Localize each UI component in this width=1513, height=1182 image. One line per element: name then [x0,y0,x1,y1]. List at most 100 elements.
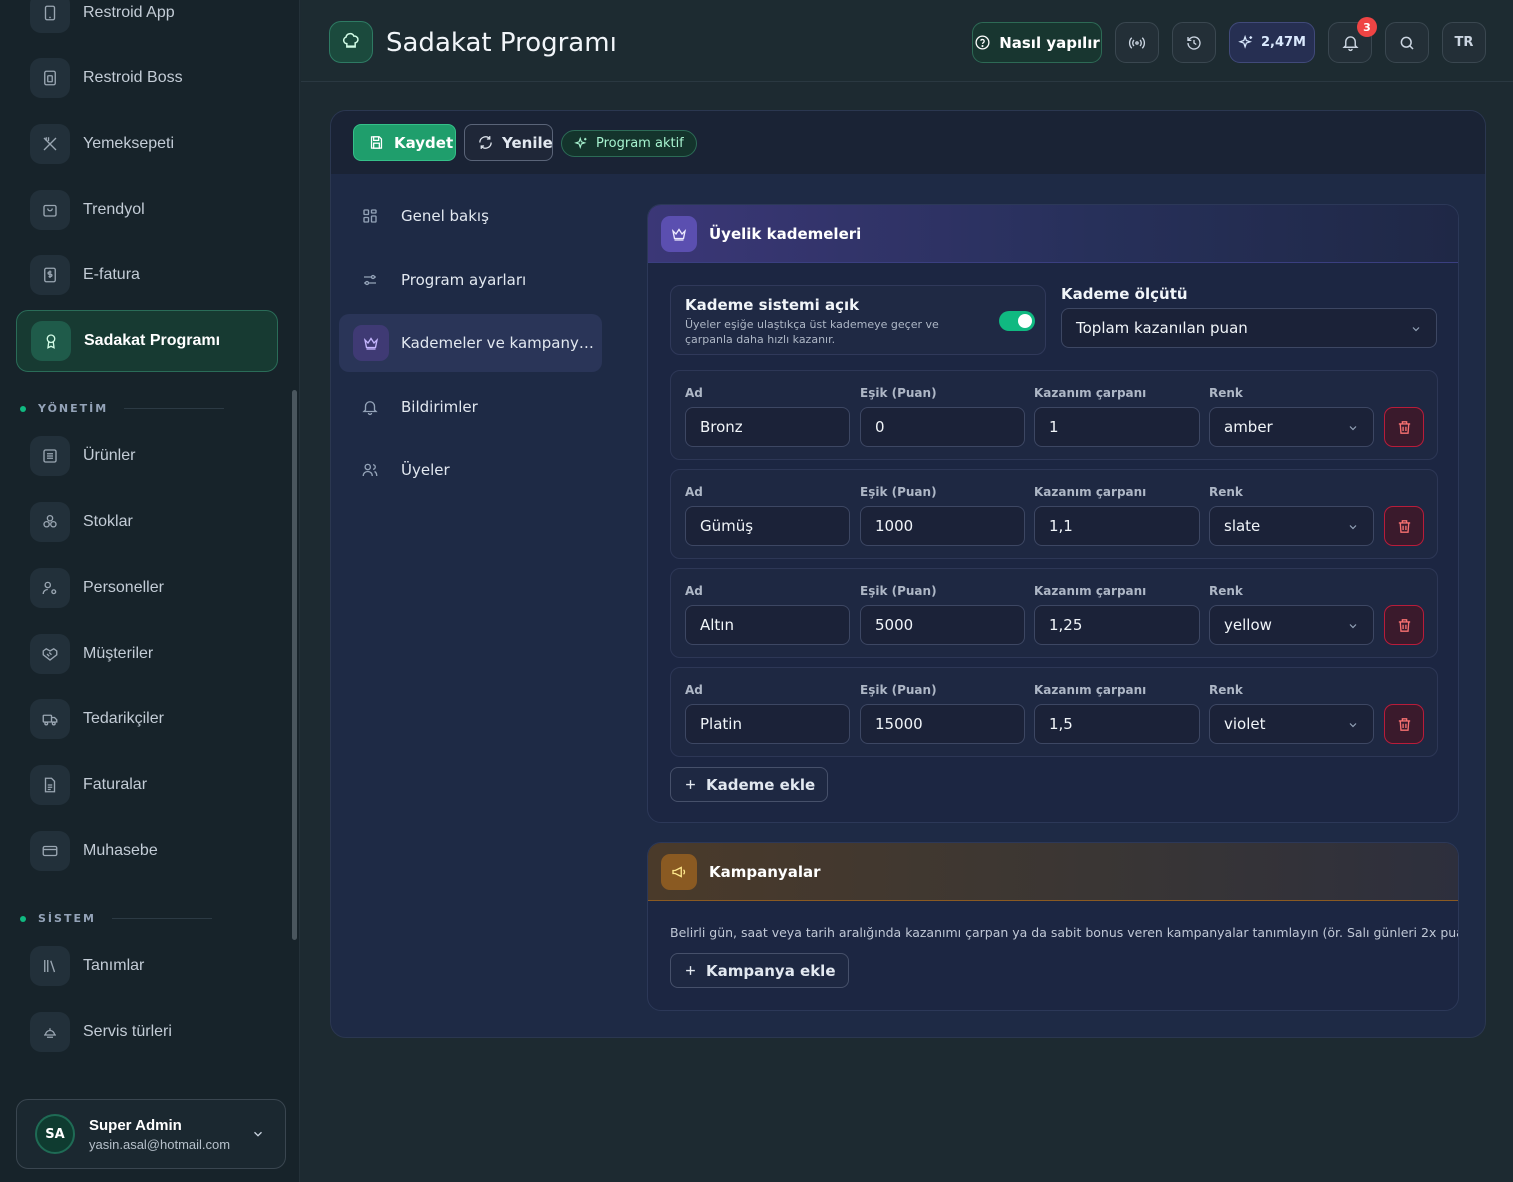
delete-tier-button[interactable] [1384,407,1424,447]
language-button[interactable]: TR [1442,22,1486,63]
tier-name-input[interactable]: Altın [685,605,850,645]
user-email: yasin.asal@hotmail.com [89,1136,231,1152]
save-icon [368,134,385,151]
tier-threshold-input[interactable]: 0 [860,407,1025,447]
tab-genel-bakis[interactable]: Genel bakış [339,187,602,245]
broadcast-button[interactable] [1115,22,1159,63]
sidebar-item-tedarikciler[interactable]: Tedarikçiler [16,688,278,750]
tier-threshold-input[interactable]: 1000 [860,506,1025,546]
trash-icon [1396,518,1413,535]
sidebar-item-restroid-boss[interactable]: Restroid Boss [16,47,278,109]
boxes-icon [30,502,70,542]
sidebar-item-muhasebe[interactable]: Muhasebe [16,820,278,882]
tier-system-switch[interactable] [999,311,1035,331]
criteria-select[interactable]: Toplam kazanılan puan [1061,308,1437,348]
notifications-button[interactable]: 3 [1328,17,1377,63]
refresh-label: Yenile [502,133,553,152]
sidebar: Restroid App Restroid Boss Yemeksepeti T… [0,0,300,1182]
card-title: Üyelik kademeleri [709,224,862,243]
tab-kademeler-ve-kampanyalar[interactable]: Kademeler ve kampanyalar [339,314,602,372]
bell-icon [361,398,385,416]
add-campaign-label: Kampanya ekle [706,961,836,980]
sidebar-item-restroid-app[interactable]: Restroid App [16,0,278,44]
tab-bildirimler[interactable]: Bildirimler [339,378,602,436]
users-icon [361,461,385,479]
section-divider [124,408,225,409]
tab-label: Üyeler [401,461,450,479]
tier-color-select[interactable]: violet [1209,704,1374,744]
tab-program-ayarlari[interactable]: Program ayarları [339,251,602,309]
tier-color-select[interactable]: yellow [1209,605,1374,645]
campaigns-description: Belirli gün, saat veya tarih aralığında … [670,925,1459,940]
invoice-dollar-icon [30,255,70,295]
tier-multiplier-input[interactable]: 1,1 [1034,506,1200,546]
tier-row: Ad Eşik (Puan) Kazanım çarpanı Renk Plat… [670,667,1438,757]
tab-uyeler[interactable]: Üyeler [339,441,602,499]
sliders-icon [361,271,385,289]
topbar: Sadakat Programı Nasıl yapılır 2,47M 3 T… [301,0,1513,82]
tier-multiplier-input[interactable]: 1 [1034,407,1200,447]
delete-tier-button[interactable] [1384,605,1424,645]
sidebar-item-yemeksepeti[interactable]: Yemeksepeti [16,113,278,175]
sidebar-item-servis-turleri[interactable]: Servis türleri [16,1001,278,1063]
sidebar-item-label: Restroid Boss [83,69,183,86]
sidebar-item-trendyol[interactable]: Trendyol [16,179,278,241]
threshold-label: Eşik (Puan) [860,485,937,499]
sidebar-scrollbar[interactable] [292,390,297,940]
sidebar-item-label: Personeller [83,579,164,596]
delete-tier-button[interactable] [1384,704,1424,744]
sidebar-item-personeller[interactable]: Personeller [16,557,278,619]
help-label: Nasıl yapılır [999,33,1100,52]
crown-icon [661,215,697,252]
color-label: Renk [1209,683,1243,697]
sidebar-item-urunler[interactable]: Ürünler [16,425,278,487]
tier-name-input[interactable]: Bronz [685,407,850,447]
tier-threshold-input[interactable]: 15000 [860,704,1025,744]
tier-name-input[interactable]: Platin [685,704,850,744]
handshake-icon [30,634,70,674]
criteria-value: Toplam kazanılan puan [1076,319,1248,337]
search-button[interactable] [1385,22,1429,63]
name-label: Ad [685,386,703,400]
add-tier-button[interactable]: Kademe ekle [670,767,829,802]
sidebar-item-faturalar[interactable]: Faturalar [16,754,278,816]
campaigns-card: Kampanyalar Belirli gün, saat veya tarih… [647,842,1459,1011]
membership-tiers-header: Üyelik kademeleri [648,205,1458,263]
credits-button[interactable]: 2,47M [1229,22,1315,63]
history-icon [1185,34,1203,52]
name-label: Ad [685,584,703,598]
tier-color-select[interactable]: amber [1209,407,1374,447]
sidebar-item-musteriler[interactable]: Müşteriler [16,623,278,685]
tier-color-value: yellow [1224,616,1272,634]
utensils-icon [30,124,70,164]
award-icon [31,321,71,361]
tier-system-toggle-row: Kademe sistemi açık Üyeler eşiğe ulaştık… [670,285,1046,355]
sidebar-item-label: Tedarikçiler [83,710,164,727]
trash-icon [1396,617,1413,634]
save-button[interactable]: Kaydet [353,124,456,161]
tier-multiplier-input[interactable]: 1,5 [1034,704,1200,744]
sparkles-icon [1238,34,1255,51]
sidebar-item-stoklar[interactable]: Stoklar [16,491,278,553]
tier-threshold-input[interactable]: 5000 [860,605,1025,645]
sidebar-item-label: Müşteriler [83,645,154,662]
delete-tier-button[interactable] [1384,506,1424,546]
tier-name-input[interactable]: Gümüş [685,506,850,546]
tier-row: Ad Eşik (Puan) Kazanım çarpanı Renk Bron… [670,370,1438,460]
multiplier-label: Kazanım çarpanı [1034,683,1147,697]
sidebar-item-label: Sadakat Programı [84,332,221,349]
help-button[interactable]: Nasıl yapılır [972,22,1102,63]
refresh-button[interactable]: Yenile [464,124,553,161]
main-panel: Kaydet Yenile Program aktif Genel bakış … [330,110,1486,1038]
sidebar-item-e-fatura[interactable]: E-fatura [16,244,278,306]
history-button[interactable] [1172,22,1216,63]
tier-color-select[interactable]: slate [1209,506,1374,546]
sparkles-icon [574,136,589,151]
user-menu[interactable]: SA Super Admin yasin.asal@hotmail.com [16,1099,286,1169]
sidebar-item-tanimlar[interactable]: Tanımlar [16,935,278,997]
add-campaign-button[interactable]: Kampanya ekle [670,953,849,988]
bell-icon [1341,33,1360,52]
sidebar-item-sadakat-programi[interactable]: Sadakat Programı [16,310,278,372]
campaigns-header: Kampanyalar [648,843,1458,901]
tier-multiplier-input[interactable]: 1,25 [1034,605,1200,645]
